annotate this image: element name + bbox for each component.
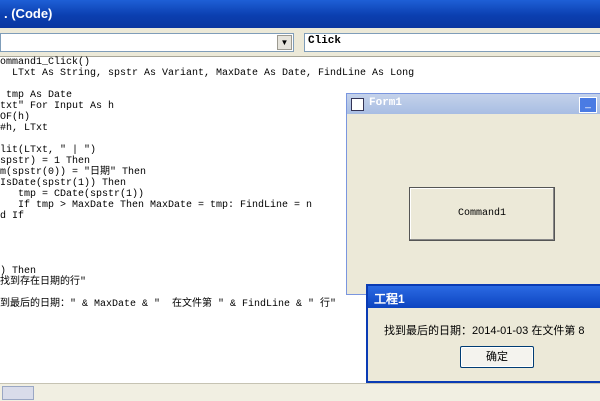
code-line: ommand1_Click() bbox=[0, 57, 91, 68]
code-line: LTxt As String, spstr As Variant, MaxDat… bbox=[0, 68, 415, 79]
object-combo[interactable]: ▼ bbox=[0, 33, 294, 52]
window-title: . (Code) bbox=[4, 6, 53, 21]
form-icon bbox=[351, 98, 364, 111]
ok-button[interactable]: 确定 bbox=[460, 346, 534, 368]
command1-button[interactable]: Command1 bbox=[409, 187, 555, 241]
code-line: 到最后的日期：" & MaxDate & " 在文件第 " & FindLine… bbox=[0, 299, 337, 310]
message-box-title-bar[interactable]: 工程1 bbox=[368, 286, 600, 308]
message-box: 工程1 找到最后的日期：2014-01-03 在文件第 8 确定 bbox=[366, 284, 600, 383]
horizontal-scrollbar[interactable] bbox=[0, 383, 600, 401]
form1-window[interactable]: Form1 _ Command1 bbox=[346, 93, 600, 295]
code-toolbar: ▼ Click bbox=[0, 28, 600, 57]
form1-title: Form1 bbox=[369, 97, 403, 109]
procedure-combo[interactable]: Click bbox=[304, 33, 600, 52]
form1-title-bar[interactable]: Form1 _ bbox=[347, 94, 600, 114]
minimize-button[interactable]: _ bbox=[579, 97, 597, 113]
chevron-down-icon[interactable]: ▼ bbox=[277, 35, 292, 50]
procedure-combo-value: Click bbox=[308, 35, 342, 47]
message-box-title: 工程1 bbox=[374, 292, 405, 306]
title-bar: . (Code) bbox=[0, 0, 600, 28]
message-text: 找到最后的日期：2014-01-03 在文件第 8 bbox=[384, 325, 585, 337]
scrollbar-thumb[interactable] bbox=[2, 386, 34, 400]
